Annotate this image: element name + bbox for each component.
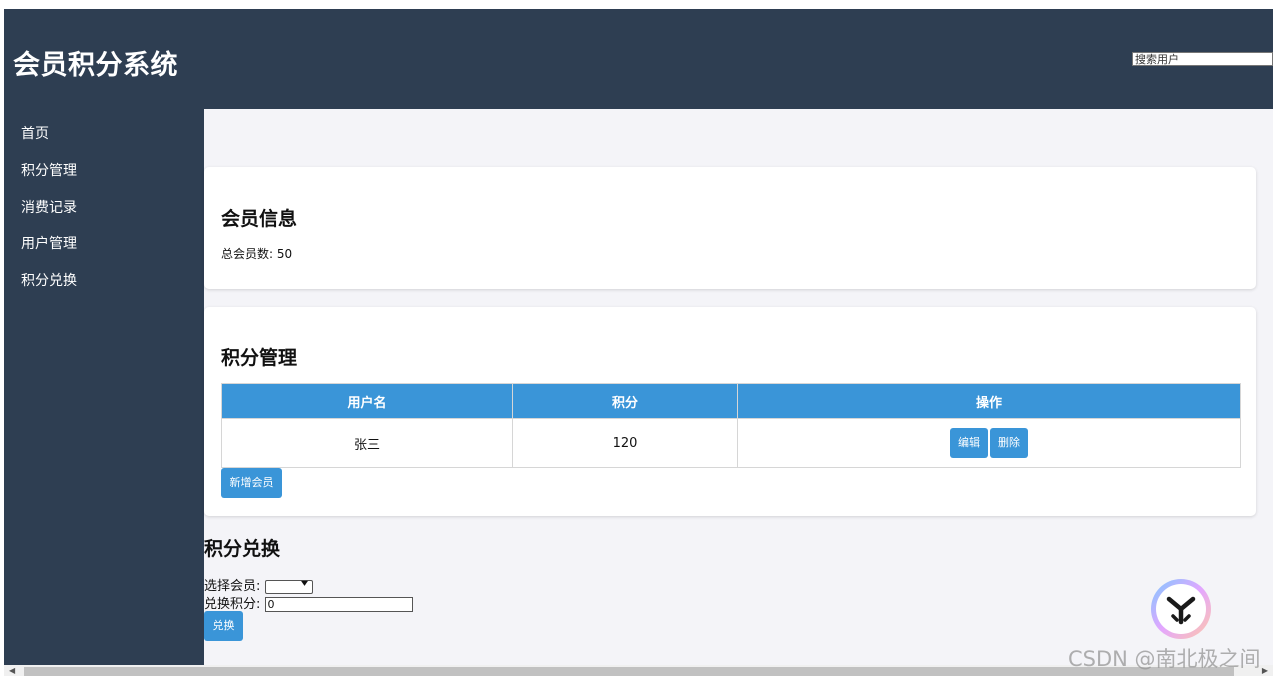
table-row: 张三 120 编辑 删除 [221, 418, 1241, 468]
edit-button[interactable]: 编辑 [950, 428, 988, 458]
chevron-down-icon: ▾ [300, 577, 308, 589]
exchange-points-input[interactable]: 0 [264, 597, 413, 612]
points-management-card: 积分管理 用户名 积分 操作 张三 120 编辑 删除 新增会员 [204, 307, 1256, 516]
y-glyph-icon [1166, 596, 1196, 625]
exchange-points-label: 兑换积分: [204, 597, 261, 612]
search-input[interactable] [1132, 52, 1273, 66]
delete-button[interactable]: 删除 [990, 428, 1028, 458]
select-member-row: 选择会员: ▾ [204, 575, 313, 594]
member-info-card: 会员信息 总会员数: 50 [204, 167, 1256, 289]
sidebar-item-points-exchange[interactable]: 积分兑换 [21, 270, 77, 290]
top-header: 会员积分系统 [4, 9, 1273, 109]
member-select[interactable]: ▾ [264, 577, 313, 594]
points-table: 用户名 积分 操作 张三 120 编辑 删除 [221, 383, 1241, 468]
sidebar-item-consumption-records[interactable]: 消费记录 [21, 197, 77, 217]
sidebar-item-home[interactable]: 首页 [21, 123, 49, 143]
exchange-button[interactable]: 兑换 [204, 611, 243, 641]
scroll-right-icon[interactable]: ▶ [1262, 666, 1268, 675]
sidebar: 首页 积分管理 消费记录 用户管理 积分兑换 [4, 109, 204, 665]
assistant-icon-inner [1156, 584, 1206, 634]
scrollbar-thumb[interactable] [24, 667, 1234, 676]
select-member-label: 选择会员: [204, 579, 261, 594]
column-header-actions: 操作 [737, 383, 1241, 419]
app-title: 会员积分系统 [13, 50, 178, 81]
member-info-title: 会员信息 [221, 208, 298, 230]
add-member-button[interactable]: 新增会员 [221, 468, 282, 498]
sidebar-item-points-management[interactable]: 积分管理 [21, 160, 77, 180]
scroll-left-icon[interactable]: ◀ [9, 666, 15, 675]
column-header-username: 用户名 [221, 383, 513, 419]
cell-actions: 编辑 删除 [737, 418, 1241, 468]
exchange-points-row: 兑换积分: 0 [204, 593, 413, 612]
assistant-y-logo-icon[interactable] [1151, 579, 1211, 639]
exchange-title: 积分兑换 [204, 538, 281, 560]
app-window: 会员积分系统 首页 积分管理 消费记录 用户管理 积分兑换 会员信息 总会员数:… [4, 9, 1273, 665]
column-header-points: 积分 [512, 383, 738, 419]
cell-points: 120 [512, 418, 738, 468]
table-header-row: 用户名 积分 操作 [221, 383, 1241, 419]
points-management-title: 积分管理 [221, 347, 298, 369]
sidebar-item-user-management[interactable]: 用户管理 [21, 233, 77, 253]
total-members-text: 总会员数: 50 [221, 247, 293, 261]
cell-username: 张三 [221, 418, 513, 468]
watermark-text: CSDN @南北极之间 [1068, 647, 1261, 671]
